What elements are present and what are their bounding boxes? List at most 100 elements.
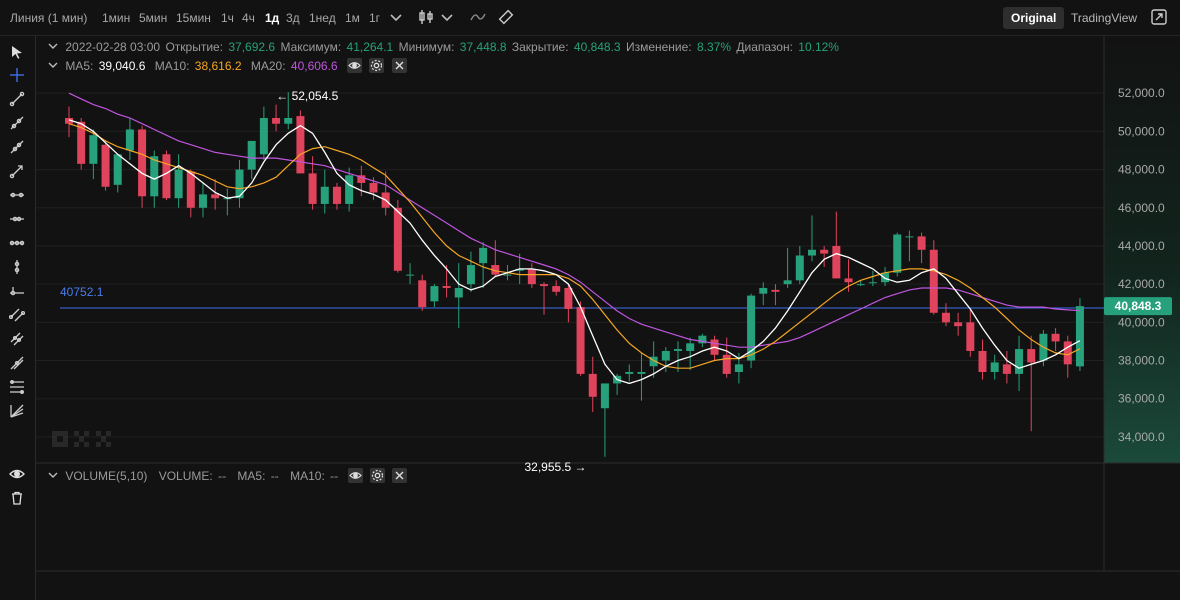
timeframe-5min[interactable]: 5мин (139, 11, 167, 25)
timeframe-1w[interactable]: 1нед (309, 11, 336, 25)
y-tick-label: 48,000.0 (1118, 163, 1165, 177)
candle-body (978, 350, 987, 372)
candle-body (759, 287, 768, 294)
ma10-label: MA10: (154, 59, 190, 73)
y-tick-label: 44,000.0 (1118, 239, 1165, 253)
price-line-icon[interactable] (9, 283, 25, 299)
y-tick-label: 42,000.0 (1118, 277, 1165, 291)
indicators-icon[interactable] (469, 8, 487, 26)
chevron-down-icon[interactable] (387, 8, 405, 26)
chevron-down-icon[interactable] (438, 8, 456, 26)
candle-body (442, 286, 451, 288)
candle-body (868, 282, 877, 284)
volume-ma10-value: -- (330, 469, 339, 483)
candle-body (1027, 349, 1036, 363)
eye-icon[interactable] (346, 58, 362, 73)
candle-body (820, 249, 829, 254)
timeframe-1m[interactable]: 1м (345, 11, 360, 25)
y-tick-label: 40,000.0 (1118, 315, 1165, 329)
timeframe-1d[interactable]: 1д (265, 11, 279, 25)
eye-icon[interactable] (9, 466, 25, 482)
chevron-down-icon[interactable] (48, 470, 58, 480)
timeframe-1y[interactable]: 1г (369, 11, 380, 25)
candle-body (138, 129, 147, 197)
eye-icon[interactable] (347, 468, 363, 483)
grid-lines (36, 92, 1104, 438)
drawing-toolbar (0, 36, 36, 600)
candle-body (320, 186, 329, 204)
candle-body (332, 186, 341, 204)
candle-body (600, 383, 609, 409)
candle-body (393, 207, 402, 271)
horizontal-line-icon[interactable] (9, 187, 25, 203)
top-toolbar: Линия (1 мин) 1мин 5мин 15мин 1ч 4ч 1д 3… (0, 0, 1180, 36)
timeframe-3d[interactable]: 3д (286, 11, 300, 25)
high-marker-label: ← 52,054.5 (276, 89, 338, 103)
trash-icon[interactable] (9, 490, 25, 506)
candle-body (259, 118, 268, 155)
candle-body (174, 169, 183, 199)
chart-area[interactable]: 40752.1 34,000.0 36,000.0 38,000.0 40,000.0… (36, 36, 1180, 600)
legend-date: 2022-02-28 03:00 (65, 40, 161, 54)
legend-range-value: 10.12% (798, 40, 839, 54)
candle-body (113, 154, 122, 185)
vertical-line-icon[interactable] (9, 259, 25, 275)
mode-original-button[interactable]: Original (1003, 7, 1065, 29)
timeframe-15min[interactable]: 15мин (176, 11, 211, 25)
y-tick-label: 52,000.0 (1118, 86, 1165, 100)
horizontal-line-label: 40752.1 (60, 285, 104, 299)
fullscreen-icon[interactable] (1150, 8, 1168, 26)
chevron-down-icon[interactable] (48, 60, 58, 70)
close-icon[interactable] (391, 58, 407, 73)
low-marker: 32,955.5 → (525, 460, 587, 474)
y-tick-label: 36,000.0 (1118, 392, 1165, 406)
candle-body (345, 175, 354, 204)
legend-high-label: Максимум: (280, 40, 342, 54)
candle-body (125, 129, 134, 151)
candle-body (588, 373, 597, 397)
candlestick-type-icon[interactable] (417, 8, 435, 26)
candle-body (795, 255, 804, 281)
candle-body (783, 280, 792, 285)
arrow-line-icon[interactable] (9, 163, 25, 179)
timeframe-1h[interactable]: 1ч (221, 11, 234, 25)
ruler-icon[interactable] (497, 8, 515, 26)
timeframe-1min[interactable]: 1мин (102, 11, 130, 25)
price-channel-icon[interactable] (9, 331, 25, 347)
legend-change-value: 8.37% (697, 40, 732, 54)
gear-icon[interactable] (369, 58, 385, 73)
candle-body (661, 350, 670, 361)
gear-icon[interactable] (369, 468, 385, 483)
mode-tradingview-button[interactable]: TradingView (1063, 7, 1145, 29)
ma10-value: 38,616.2 (194, 59, 242, 73)
candle-body (1075, 306, 1084, 367)
ma5-label: MA5: (65, 59, 94, 73)
horizontal-segment-icon[interactable] (9, 235, 25, 251)
horizontal-ray-icon[interactable] (9, 211, 25, 227)
volume-legend: VOLUME(5,10) VOLUME: -- MA5: -- MA10: -- (48, 468, 408, 483)
parallel-channel-icon[interactable] (9, 307, 25, 323)
candle-body (479, 247, 488, 264)
extended-line-icon[interactable] (9, 139, 25, 155)
volume-indicator-label: VOLUME(5,10) (65, 469, 148, 483)
ray-line-icon[interactable] (9, 115, 25, 131)
candle-body (686, 343, 695, 351)
timeframe-line-1min[interactable]: Линия (1 мин) (10, 11, 87, 25)
candle-body (540, 284, 549, 287)
trend-line-icon[interactable] (9, 91, 25, 107)
ma20-label: MA20: (250, 59, 286, 73)
close-icon[interactable] (392, 468, 408, 483)
fib-fan-icon[interactable] (9, 403, 25, 419)
pitchfork-icon[interactable] (9, 355, 25, 371)
ma5-value: 39,040.6 (98, 59, 146, 73)
fibonacci-icon[interactable] (9, 379, 25, 395)
chevron-down-icon[interactable] (48, 41, 58, 51)
cursor-arrow-icon[interactable] (9, 44, 25, 60)
candle-body (308, 173, 317, 204)
timeframe-4h[interactable]: 4ч (242, 11, 255, 25)
candle-body (771, 289, 780, 292)
price-chart[interactable]: 40752.1 34,000.0 36,000.0 38,000.0 40,000.0… (36, 36, 1180, 600)
crosshair-icon[interactable] (9, 67, 25, 83)
candle-body (527, 268, 536, 285)
y-tick-label: 50,000.0 (1118, 124, 1165, 138)
